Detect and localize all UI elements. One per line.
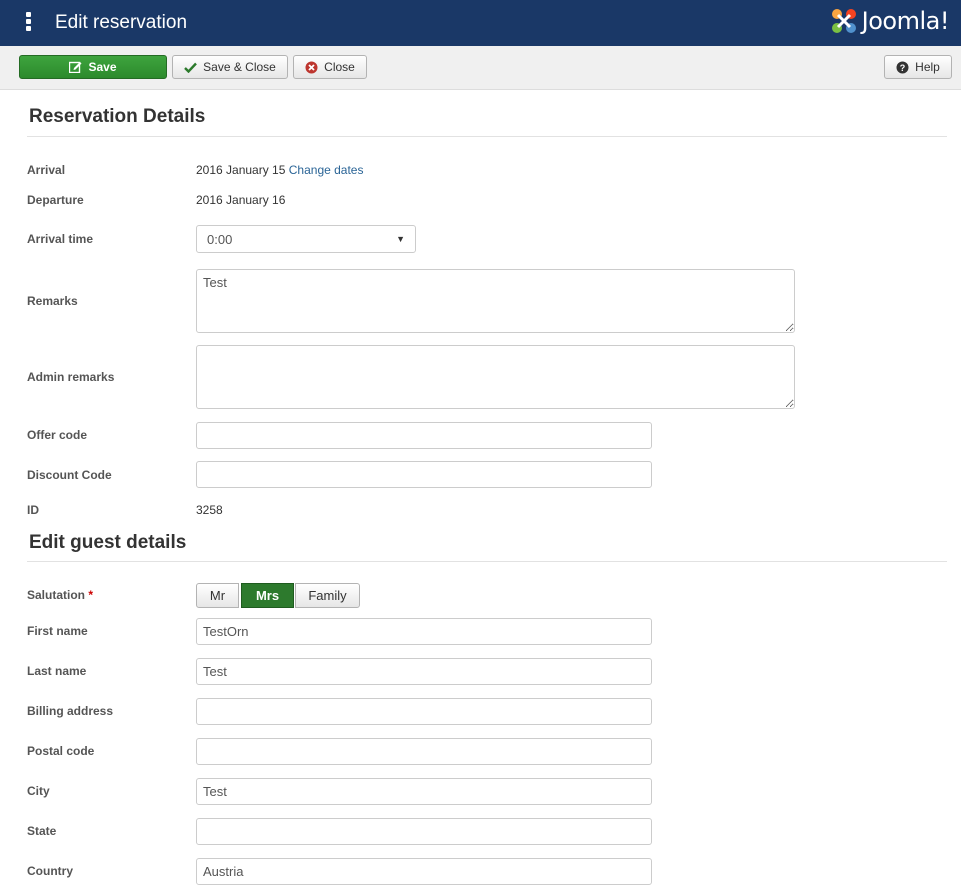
city-input[interactable] bbox=[196, 778, 652, 805]
salutation-label: Salutation * bbox=[27, 588, 93, 602]
billing-address-label: Billing address bbox=[27, 704, 114, 718]
save-button-label: Save bbox=[88, 60, 117, 74]
section-divider bbox=[27, 561, 947, 562]
id-value: 3258 bbox=[196, 503, 223, 517]
required-marker: * bbox=[88, 588, 94, 602]
edit-icon bbox=[69, 61, 82, 73]
offer-code-label: Offer code bbox=[27, 428, 88, 442]
state-input[interactable] bbox=[196, 818, 652, 845]
arrival-label: Arrival bbox=[27, 163, 66, 177]
cancel-icon bbox=[305, 61, 318, 74]
postal-code-input[interactable] bbox=[196, 738, 652, 765]
close-button[interactable]: Close bbox=[293, 55, 367, 79]
salutation-option-mr[interactable]: Mr bbox=[196, 583, 239, 608]
arrival-value-row: 2016 January 15 Change dates bbox=[196, 163, 363, 177]
help-button[interactable]: ? Help bbox=[884, 55, 952, 79]
question-icon: ? bbox=[896, 61, 909, 74]
admin-remarks-label: Admin remarks bbox=[27, 370, 115, 384]
arrival-time-value: 0:00 bbox=[207, 231, 233, 247]
salutation-radio-group: Mr Mrs Family bbox=[196, 583, 360, 608]
svg-text:?: ? bbox=[900, 63, 906, 73]
section-divider bbox=[27, 136, 947, 137]
close-label: Close bbox=[324, 60, 355, 74]
salutation-label-text: Salutation bbox=[27, 588, 86, 602]
arrival-time-select[interactable]: 0:00 ▼ bbox=[196, 225, 416, 253]
save-close-button[interactable]: Save & Close bbox=[172, 55, 288, 79]
checkmark-icon bbox=[184, 62, 198, 73]
discount-code-label: Discount Code bbox=[27, 468, 112, 482]
brand-name: Joomla! bbox=[861, 7, 950, 35]
billing-address-input[interactable] bbox=[196, 698, 652, 725]
last-name-input[interactable] bbox=[196, 658, 652, 685]
help-label: Help bbox=[915, 60, 940, 74]
toolbar: Save Save & Close Close ? Help bbox=[0, 46, 961, 90]
remarks-label: Remarks bbox=[27, 294, 78, 308]
app-header: Edit reservation Joomla! bbox=[0, 0, 961, 46]
first-name-input[interactable] bbox=[196, 618, 652, 645]
arrival-time-label: Arrival time bbox=[27, 232, 94, 246]
id-label: ID bbox=[27, 503, 39, 517]
departure-value: 2016 January 16 bbox=[196, 193, 286, 207]
page-title: Edit reservation bbox=[55, 12, 188, 33]
arrival-value: 2016 January 15 bbox=[196, 163, 286, 177]
salutation-option-mrs[interactable]: Mrs bbox=[241, 583, 294, 608]
save-close-label: Save & Close bbox=[203, 60, 276, 74]
guest-section-title: Edit guest details bbox=[29, 532, 187, 553]
postal-code-label: Postal code bbox=[27, 744, 95, 758]
change-dates-link[interactable]: Change dates bbox=[289, 163, 364, 177]
chevron-down-icon: ▼ bbox=[396, 234, 405, 244]
offer-code-input[interactable] bbox=[196, 422, 652, 449]
last-name-label: Last name bbox=[27, 664, 87, 678]
country-input[interactable] bbox=[196, 858, 652, 885]
state-label: State bbox=[27, 824, 57, 838]
reservation-section-title: Reservation Details bbox=[29, 106, 206, 127]
country-label: Country bbox=[27, 864, 73, 878]
save-button[interactable]: Save bbox=[19, 55, 167, 79]
salutation-option-family[interactable]: Family bbox=[295, 583, 360, 608]
first-name-label: First name bbox=[27, 624, 88, 638]
menu-toggle-icon[interactable] bbox=[26, 12, 31, 32]
joomla-logo: Joomla! bbox=[829, 5, 950, 37]
remarks-textarea[interactable]: Test bbox=[196, 269, 795, 333]
discount-code-input[interactable] bbox=[196, 461, 652, 488]
admin-remarks-textarea[interactable] bbox=[196, 345, 795, 409]
departure-label: Departure bbox=[27, 193, 84, 207]
joomla-logo-icon bbox=[831, 9, 856, 33]
city-label: City bbox=[27, 784, 50, 798]
